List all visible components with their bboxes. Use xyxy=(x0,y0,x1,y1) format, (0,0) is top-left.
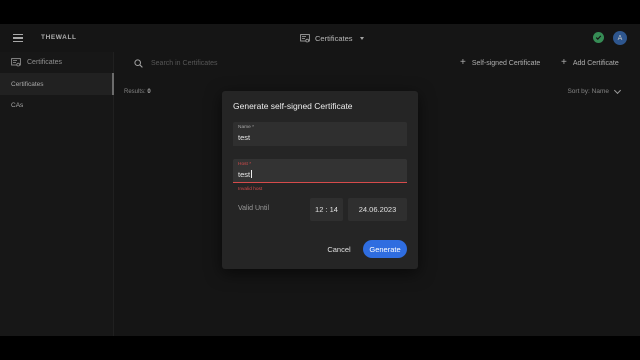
host-field[interactable]: Host * test xyxy=(233,159,407,183)
name-field[interactable]: Name * test xyxy=(233,122,407,146)
time-picker[interactable]: 12 : 14 xyxy=(310,198,343,221)
name-field-label: Name * xyxy=(238,125,254,130)
host-field-value-wrap: test xyxy=(238,170,402,179)
cancel-button[interactable]: Cancel xyxy=(322,240,356,258)
dialog-title: Generate self-signed Certificate xyxy=(233,101,353,111)
host-field-label: Host * xyxy=(238,162,252,167)
valid-until-label: Valid Until xyxy=(238,205,269,212)
generate-certificate-dialog: Generate self-signed Certificate Name * … xyxy=(222,91,418,269)
host-error-message: Invalid host xyxy=(238,187,263,192)
host-field-value: test xyxy=(238,170,251,179)
text-cursor xyxy=(250,170,252,178)
name-field-value: test xyxy=(238,133,251,142)
app-window: THEWALL Certificates A Certificates Cert… xyxy=(0,24,640,336)
generate-button[interactable]: Generate xyxy=(363,240,407,258)
date-picker[interactable]: 24.06.2023 xyxy=(348,198,407,221)
